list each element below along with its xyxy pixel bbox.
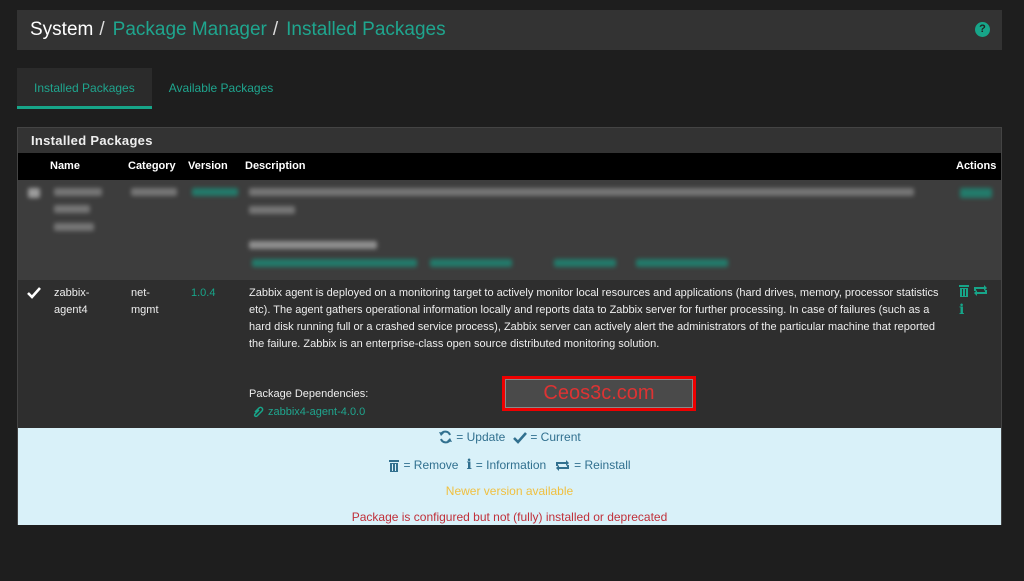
reinstall-icon	[556, 459, 570, 471]
table-header: Name Category Version Description Action…	[18, 153, 1001, 180]
legend-deprecated: Package is configured but not (fully) in…	[351, 510, 668, 524]
paperclip-icon	[253, 406, 264, 418]
package-version[interactable]: 1.0.4	[191, 285, 215, 302]
dependency-link[interactable]: zabbix4-agent-4.0.0	[252, 406, 365, 418]
legend-information: i = Information	[466, 457, 546, 473]
dependency-name: zabbix4-agent-4.0.0	[268, 406, 366, 418]
breadcrumb-system: System	[30, 19, 94, 40]
trash-icon	[389, 459, 400, 472]
legend-current-text: = Current	[530, 430, 581, 444]
legend-current: = Current	[513, 430, 581, 444]
breadcrumb-installed-packages[interactable]: Installed Packages	[286, 19, 446, 41]
legend-update-text: = Update	[456, 430, 506, 444]
breadcrumb: System / Package Manager / Installed Pac…	[17, 10, 1002, 50]
legend-line: = Remove i = Information = Reinstall	[18, 457, 1001, 473]
help-icon[interactable]: ?	[975, 22, 990, 37]
legend-remove-text: = Remove	[403, 458, 459, 472]
package-category: net- mgmt	[131, 285, 159, 319]
info-icon: i	[466, 457, 472, 473]
watermark: Ceos3c.com	[502, 376, 696, 411]
legend-information-text: = Information	[475, 458, 547, 472]
package-description: Zabbix agent is deployed on a monitoring…	[249, 287, 939, 350]
column-category: Category	[128, 160, 176, 172]
breadcrumb-separator: /	[272, 19, 279, 40]
table-row: zabbix- agent4 net- mgmt 1.0.4 Zabbix ag…	[18, 280, 1001, 428]
legend-update: = Update	[438, 430, 505, 444]
legend: = Update = Current = Remove i = Informat…	[18, 428, 1001, 525]
column-version: Version	[188, 160, 228, 172]
check-icon	[27, 287, 41, 299]
column-description: Description	[245, 160, 306, 172]
breadcrumb-separator: /	[99, 19, 105, 40]
tab-available-packages[interactable]: Available Packages	[152, 68, 291, 109]
column-actions: Actions	[956, 160, 997, 172]
installed-packages-panel: Installed Packages Name Category Version…	[17, 127, 1002, 525]
tab-bar: Installed Packages Available Packages	[17, 68, 290, 110]
package-category-line: mgmt	[131, 304, 159, 316]
refresh-icon	[439, 430, 453, 444]
trash-icon[interactable]	[958, 284, 970, 297]
legend-reinstall: = Reinstall	[554, 458, 631, 472]
breadcrumb-package-manager[interactable]: Package Manager	[113, 19, 267, 41]
package-name: zabbix- agent4	[54, 285, 89, 319]
check-icon	[513, 431, 528, 444]
reinstall-icon[interactable]	[972, 284, 989, 297]
legend-reinstall-text: = Reinstall	[574, 458, 631, 472]
legend-remove: = Remove	[388, 458, 458, 472]
legend-line: = Update = Current	[18, 430, 1001, 444]
table-row	[18, 180, 1001, 280]
tab-installed-packages[interactable]: Installed Packages	[17, 68, 152, 109]
row-actions	[958, 284, 989, 297]
legend-newer-version: Newer version available	[445, 484, 574, 498]
package-dependencies-label: Package Dependencies:	[249, 388, 369, 400]
info-icon[interactable]: i	[959, 302, 964, 318]
package-name-line: zabbix-	[54, 287, 90, 299]
package-name-line: agent4	[54, 304, 88, 316]
package-category-line: net-	[131, 287, 150, 299]
panel-title: Installed Packages	[18, 128, 1001, 153]
column-name: Name	[50, 160, 80, 172]
